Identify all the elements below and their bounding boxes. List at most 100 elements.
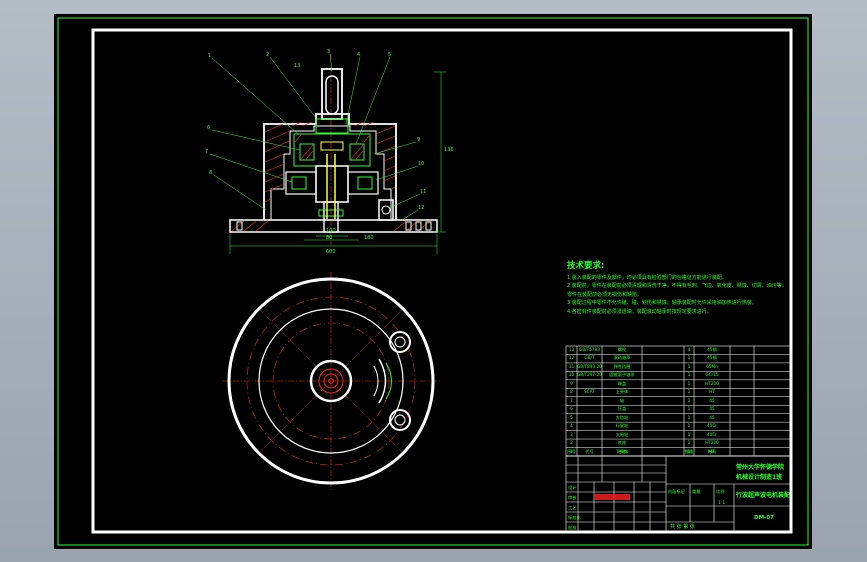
table-cell: 大齿轮	[615, 414, 629, 420]
dimension-bore: 100	[326, 228, 336, 234]
table-cell: 40Cr	[707, 423, 717, 429]
table-cell: SCRT	[584, 389, 595, 395]
header-material: 材料	[707, 449, 717, 454]
table-cell: GB/T297-2000	[577, 372, 602, 378]
table-cell: 1	[687, 355, 691, 361]
table-cell: 圆锥滚子轴承	[609, 372, 635, 378]
table-cell: 螺栓	[617, 347, 627, 352]
balloon-12: 12	[418, 205, 425, 211]
balloon-7: 7	[205, 149, 209, 155]
table-cell: GB/T5783	[579, 347, 600, 352]
label-process: 工艺	[568, 505, 577, 510]
table-cell: 4	[570, 423, 573, 429]
table-cell: 弹性挡圈	[613, 363, 631, 369]
label-standard: 标准化	[568, 515, 581, 520]
note-line: 1.装入装配的零件及部件，均必须具有检验部门的合格证方能进行装配。	[567, 274, 727, 281]
table-cell: 1	[687, 397, 691, 403]
scale-value: 1:1	[718, 501, 726, 506]
balloon-9: 9	[417, 137, 421, 143]
table-cell: 滚动轴承	[613, 355, 631, 361]
table-cell: 1	[687, 440, 691, 446]
balloon-3: 3	[327, 49, 331, 55]
sheet-info: 共 张 第 张	[670, 524, 695, 530]
table-cell: GB/T	[584, 355, 595, 361]
label-scale: 比例	[716, 489, 725, 494]
table-cell: 端盖	[617, 380, 627, 386]
table-cell: 7	[570, 397, 573, 403]
balloon-6: 6	[207, 125, 211, 131]
balloon-11: 11	[420, 189, 427, 195]
table-cell: 3	[570, 431, 573, 437]
table-cell: 9	[570, 380, 573, 386]
table-cell: 45	[709, 414, 715, 420]
balloon-4: 4	[357, 52, 361, 58]
table-cell: 40Cr	[707, 431, 717, 437]
note-line: 3.装配过程中零件不允许磕、碰、划伤和锈蚀。轴承装配时允许采用油加热进行热装。	[567, 300, 757, 307]
table-cell: 65Mn	[706, 363, 718, 369]
table-cell: 45钢	[707, 347, 717, 352]
notes-title: 技术要求:	[567, 261, 605, 271]
table-cell: 11	[568, 363, 575, 369]
table-cell: HT200	[705, 440, 719, 446]
dimension-flange: 180	[364, 235, 374, 241]
table-cell: HT	[709, 389, 715, 395]
table-cell: 底座	[617, 440, 627, 446]
table-cell: 1	[687, 423, 691, 429]
table-cell: 太阳轮	[615, 431, 629, 437]
table-cell: 1	[687, 372, 691, 378]
label-approve: 批准	[568, 525, 577, 530]
school-name: 常州大学怀德学院	[736, 464, 785, 471]
balloon-2: 2	[266, 52, 270, 58]
label-review: 审核	[568, 495, 577, 500]
table-cell: 12	[568, 355, 575, 361]
table-cell: 1	[687, 389, 691, 395]
table-cell: 轴	[619, 397, 625, 403]
technical-requirements: 技术要求: 1.装入装配的零件及部件，均必须具有检验部门的合格证方能进行装配。 …	[567, 262, 797, 317]
table-cell: 1	[687, 431, 691, 437]
table-cell: GCr15	[705, 372, 719, 378]
table-cell: 13	[568, 347, 575, 352]
header-code: 代号	[585, 449, 594, 454]
label-weight: 重量	[692, 489, 701, 494]
table-cell: 6	[570, 406, 573, 412]
header-index: 序号	[567, 449, 576, 454]
balloon-13: 13	[294, 63, 301, 69]
balloon-5: 5	[388, 52, 392, 58]
table-cell: 8	[570, 389, 573, 395]
table-cell: 45钢	[707, 355, 717, 361]
table-cell: 2	[570, 440, 573, 446]
header-name: 名称	[617, 449, 627, 454]
note-line: 2.装配前，零件在装配前必须清理和清洗干净，不得有毛刺、飞边、氧化皮、锈蚀、切屑…	[567, 283, 787, 290]
table-cell: 压盖	[617, 406, 627, 412]
table-cell: 上壳体	[615, 389, 629, 395]
table-cell: 5	[570, 414, 573, 420]
table-cell: 1	[687, 380, 691, 386]
dimension-height: 136	[444, 147, 454, 153]
label-stage: 阶段标记	[668, 489, 685, 494]
balloon-1: 1	[208, 53, 212, 59]
table-cell: 45	[709, 397, 715, 403]
top-view	[222, 272, 442, 490]
table-cell: 10	[568, 372, 575, 378]
note-line: 零件在装配前必须无损伤和缺陷。	[567, 291, 643, 298]
table-cell: 1	[687, 414, 691, 420]
dimension-hub: 80	[326, 235, 333, 241]
front-section-view	[209, 53, 446, 254]
cad-viewport: 1 2 3 4 5 6 7 8 9 10 11 12 13 600 80 100…	[54, 14, 812, 549]
table-cell: 1	[687, 363, 691, 369]
note-line: 4.各密封件装配前必须浸透油，装配滚动轴承时按规定要求进行。	[567, 308, 712, 315]
drawing-number: DM-07	[754, 515, 774, 521]
table-cell: 45	[709, 406, 715, 412]
title-stamp-red	[594, 494, 630, 500]
header-qty: 数量	[684, 449, 694, 454]
dimension-overall: 600	[326, 249, 336, 255]
table-cell: 行星轮	[615, 423, 629, 429]
balloon-10: 10	[418, 161, 425, 167]
label-design: 设计	[568, 485, 577, 490]
table-cell: GB/T893-2000	[577, 363, 602, 369]
department-name: 机械设计制造1班	[736, 474, 783, 481]
drawing-name: 行波超声波电机装配	[736, 492, 791, 499]
balloon-8: 8	[209, 170, 213, 176]
table-cell: 1	[687, 406, 691, 412]
table-cell: 4	[687, 347, 691, 352]
